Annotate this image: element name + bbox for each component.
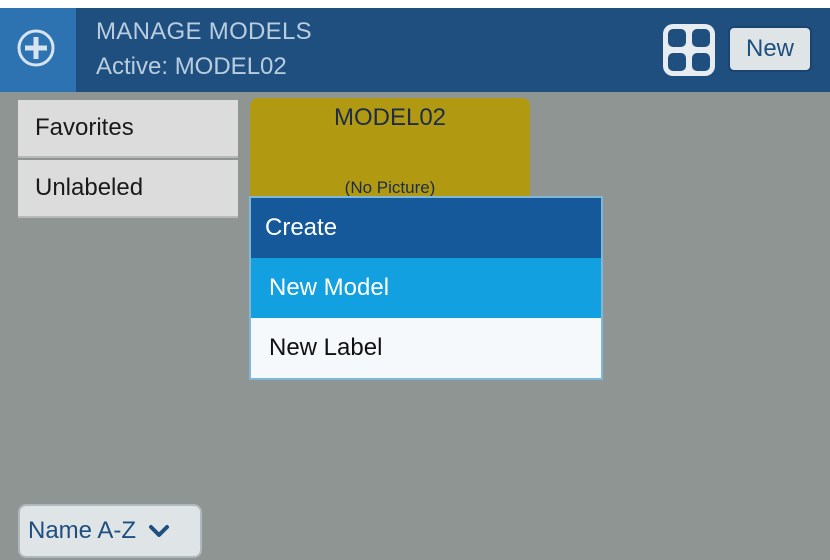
label-item-favorites[interactable]: Favorites — [18, 100, 238, 158]
plus-circle-icon — [17, 29, 55, 67]
sort-dropdown-value: Name A-Z — [28, 517, 137, 544]
active-model-label: Active: MODEL02 — [96, 53, 287, 80]
create-menu-title: Create — [251, 198, 601, 258]
chevron-down-icon — [149, 525, 170, 537]
grid-view-icon[interactable] — [662, 23, 716, 77]
header-bar: MANAGE MODELS Active: MODEL02 New — [0, 8, 830, 92]
menu-item-new-model[interactable]: New Model — [251, 258, 601, 318]
create-menu: Create New Model New Label — [249, 196, 603, 380]
model-card-name: MODEL02 — [333, 104, 447, 131]
header-icon-button[interactable] — [0, 8, 76, 92]
page-title: MANAGE MODELS — [96, 18, 312, 45]
new-button[interactable]: New — [728, 26, 812, 72]
label-item-unlabeled[interactable]: Unlabeled — [18, 160, 238, 218]
sort-dropdown[interactable]: Name A-Z — [18, 504, 202, 558]
model-card-picture-placeholder: (No Picture) — [344, 178, 436, 197]
menu-item-new-label[interactable]: New Label — [251, 318, 601, 378]
screen: MANAGE MODELS Active: MODEL02 New Favori… — [0, 8, 830, 560]
